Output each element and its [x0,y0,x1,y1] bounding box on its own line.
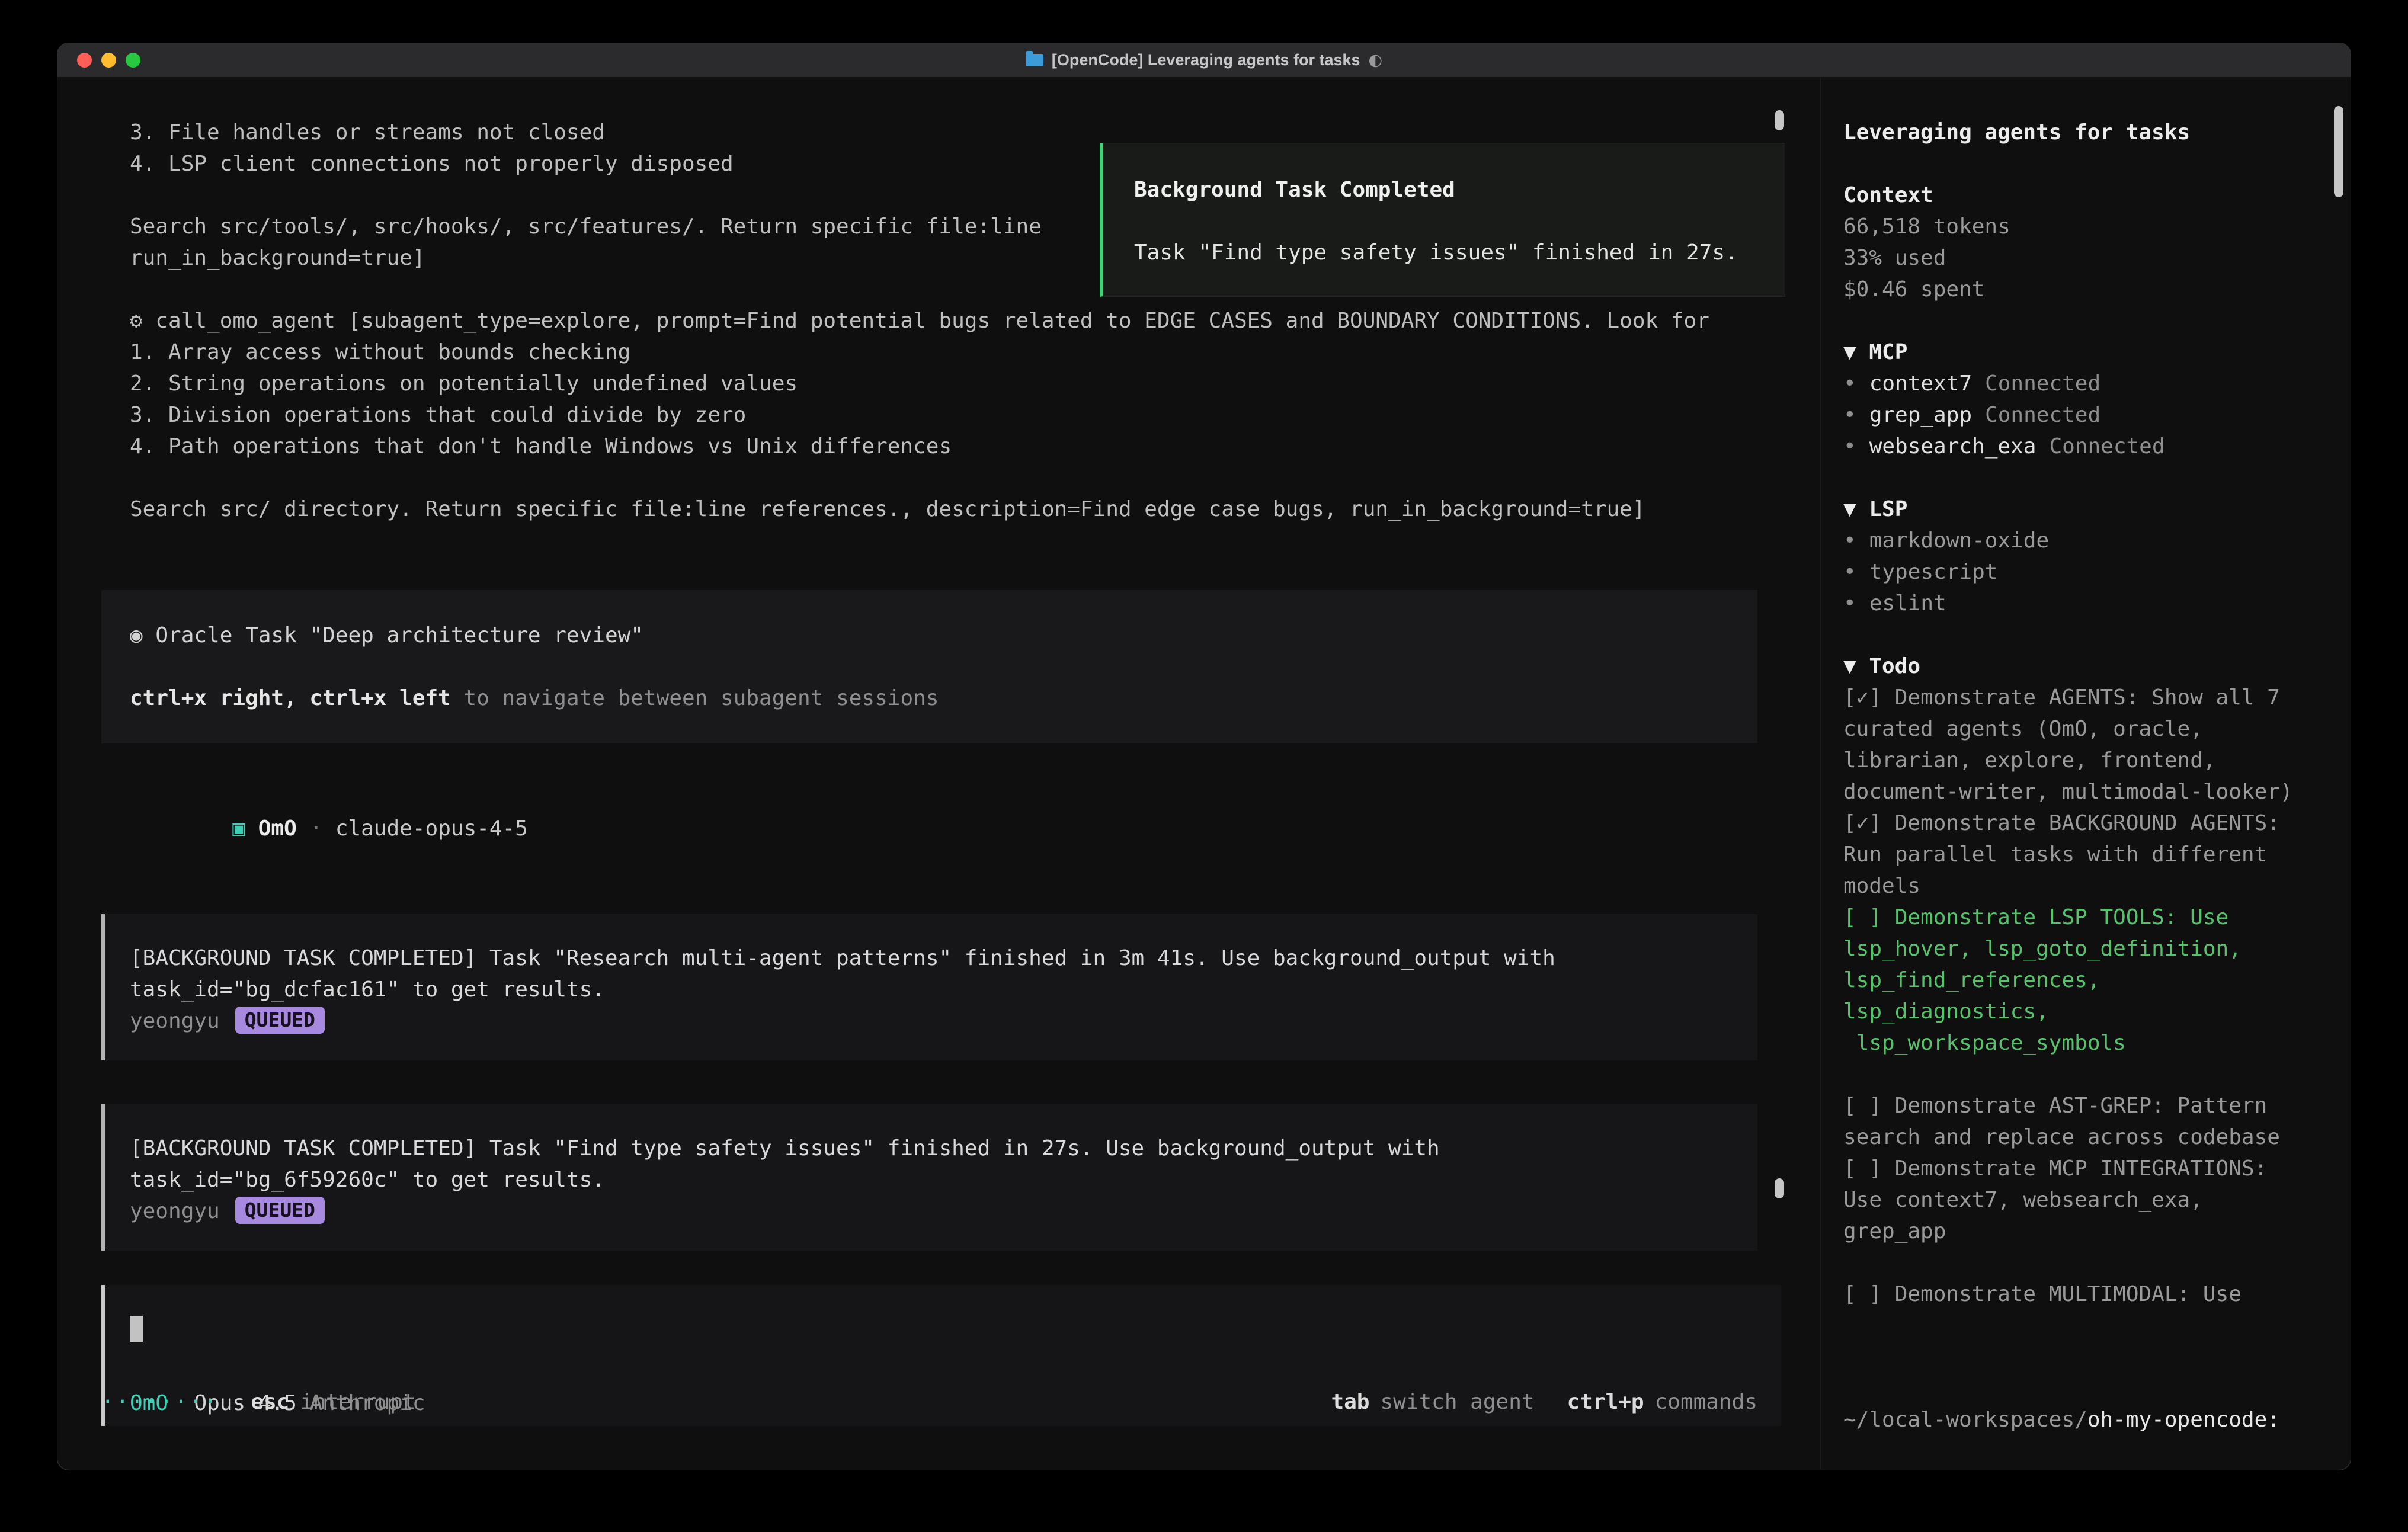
background-task-toast[interactable]: Background Task Completed Task "Find typ… [1100,143,1785,297]
mcp-item: •grep_appConnected [1843,399,2313,431]
message-meta: yeongyu QUEUED [130,1005,1734,1037]
ctrlp-key-label: commands [1655,1386,1757,1418]
window-title-text: [OpenCode] Leveraging agents for tasks [1052,51,1360,69]
message-author: yeongyu [130,1009,220,1033]
oracle-task-title: ◉ Oracle Task "Deep architecture review" [130,620,1734,651]
bullet-icon: • [1843,434,1856,459]
zoom-button[interactable] [126,53,140,68]
record-icon: ◉ [130,623,143,648]
titlebar[interactable]: [OpenCode] Leveraging agents for tasks ◐ [57,43,2351,78]
chat-message[interactable]: [BACKGROUND TASK COMPLETED] Task "Find t… [101,1104,1757,1251]
context-used: 33% used [1843,242,2313,274]
lsp-item: •typescript [1843,556,2313,588]
agent-square-icon: ▣ [232,816,245,841]
message-line: [BACKGROUND TASK COMPLETED] Task "Find t… [130,1133,1734,1164]
oracle-task-box[interactable]: ◉ Oracle Task "Deep architecture review"… [101,590,1757,743]
bullet-icon: • [1843,560,1856,584]
folder-icon [1026,54,1043,66]
toast-body: Task "Find type safety issues" finished … [1134,237,1785,268]
terminal-line: 3. Division operations that could divide… [101,399,1757,431]
todo-item: [ ] Demonstrate MULTIMODAL: Use [1843,1278,2313,1310]
context-tokens: 66,518 tokens [1843,211,2313,242]
minimize-button[interactable] [101,53,116,68]
message-line: task_id="bg_6f59260c" to get results. [130,1164,1734,1196]
bullet-icon: • [1843,528,1856,553]
lsp-item: •eslint [1843,588,2313,619]
message-meta: yeongyu QUEUED [130,1196,1734,1227]
todo-section: ▼ Todo [✓] Demonstrate AGENTS: Show all … [1843,650,2313,1310]
traffic-lights [57,53,140,68]
todo-item: [✓] Demonstrate BACKGROUND AGENTS: Run p… [1843,807,2313,902]
terminal-line: Search src/ directory. Return specific f… [101,493,1757,525]
mcp-item: •context7Connected [1843,368,2313,399]
session-title: Leveraging agents for tasks [1843,117,2313,148]
text-cursor [130,1316,143,1342]
terminal-line [101,462,1757,493]
terminal-line: 1. Array access without bounds checking [101,336,1757,368]
lsp-section: ▼ LSP •markdown-oxide •typescript •eslin… [1843,493,2313,619]
input-cursor-line [130,1315,1757,1346]
chat-main: 3. File handles or streams not closed 4.… [57,78,1820,1470]
message-line: task_id="bg_dcfac161" to get results. [130,974,1734,1005]
toast-title: Background Task Completed [1134,174,1785,206]
main-scrollbar-thumb[interactable] [1775,110,1784,130]
message-author: yeongyu [130,1199,220,1223]
window-title: [OpenCode] Leveraging agents for tasks ◐ [57,43,2351,77]
esc-key-label: interrupt [300,1386,415,1418]
context-spent: $0.46 spent [1843,274,2313,305]
esc-key-hint: esc [251,1386,289,1418]
mcp-item: •websearch_exaConnected [1843,431,2313,462]
todo-item: [ ] Demonstrate LSP TOOLS: Use lsp_hover… [1843,902,2313,1059]
sidebar: Leveraging agents for tasks Context 66,5… [1820,78,2351,1470]
terminal-line: 4. Path operations that don't handle Win… [101,431,1757,462]
mcp-section: ▼ MCP •context7Connected •grep_appConnec… [1843,336,2313,462]
lsp-item: •markdown-oxide [1843,525,2313,556]
agent-header: ▣ OmO · claude-opus-4-5 [101,781,1757,876]
status-badge: QUEUED [235,1197,325,1224]
agent-name: OmO [245,816,297,841]
status-badge: QUEUED [235,1007,325,1034]
terminal-window: [OpenCode] Leveraging agents for tasks ◐… [57,43,2351,1470]
ctrlp-key-hint: ctrl+p [1567,1386,1644,1418]
todo-item: [ ] Demonstrate AST-GREP: Pattern search… [1843,1090,2313,1153]
bullet-icon: • [1843,371,1856,396]
context-heading: Context [1843,180,2313,211]
message-line: [BACKGROUND TASK COMPLETED] Task "Resear… [130,943,1734,974]
half-circle-icon: ◐ [1369,51,1383,69]
tab-key-hint: tab [1331,1386,1369,1418]
close-button[interactable] [77,53,92,68]
todo-item: [ ] Demonstrate MCP INTEGRATIONS: Use co… [1843,1153,2313,1247]
todo-item: [✓] Demonstrate AGENTS: Show all 7 curat… [1843,682,2313,807]
status-bar: ········ esc interrupt tab switch agent … [101,1386,1757,1418]
window-content: 3. File handles or streams not closed 4.… [57,78,2351,1470]
subagent-nav-hint: ctrl+x right, ctrl+x left to navigate be… [130,682,1734,714]
terminal-line: 2. String operations on potentially unde… [101,368,1757,399]
todo-section-header[interactable]: ▼ Todo [1843,650,2313,682]
chat-message[interactable]: [BACKGROUND TASK COMPLETED] Task "Resear… [101,914,1757,1060]
tool-call-line: ⚙ call_omo_agent [subagent_type=explore,… [101,305,1757,336]
spinner-dots-icon: ········ [101,1386,218,1418]
messages-scrollbar-thumb[interactable] [1775,1178,1784,1198]
mcp-section-header[interactable]: ▼ MCP [1843,336,2313,368]
lsp-section-header[interactable]: ▼ LSP [1843,493,2313,525]
workspace-path: ~/local-workspaces/oh-my-opencode: maste… [1843,1341,2313,1470]
tab-key-label: switch agent [1380,1386,1534,1418]
agent-model: claude-opus-4-5 [335,816,528,841]
bullet-icon: • [1843,591,1856,616]
bullet-icon: • [1843,403,1856,427]
sidebar-scrollbar-thumb[interactable] [2334,106,2343,197]
context-section: Context 66,518 tokens 33% used $0.46 spe… [1843,180,2313,305]
